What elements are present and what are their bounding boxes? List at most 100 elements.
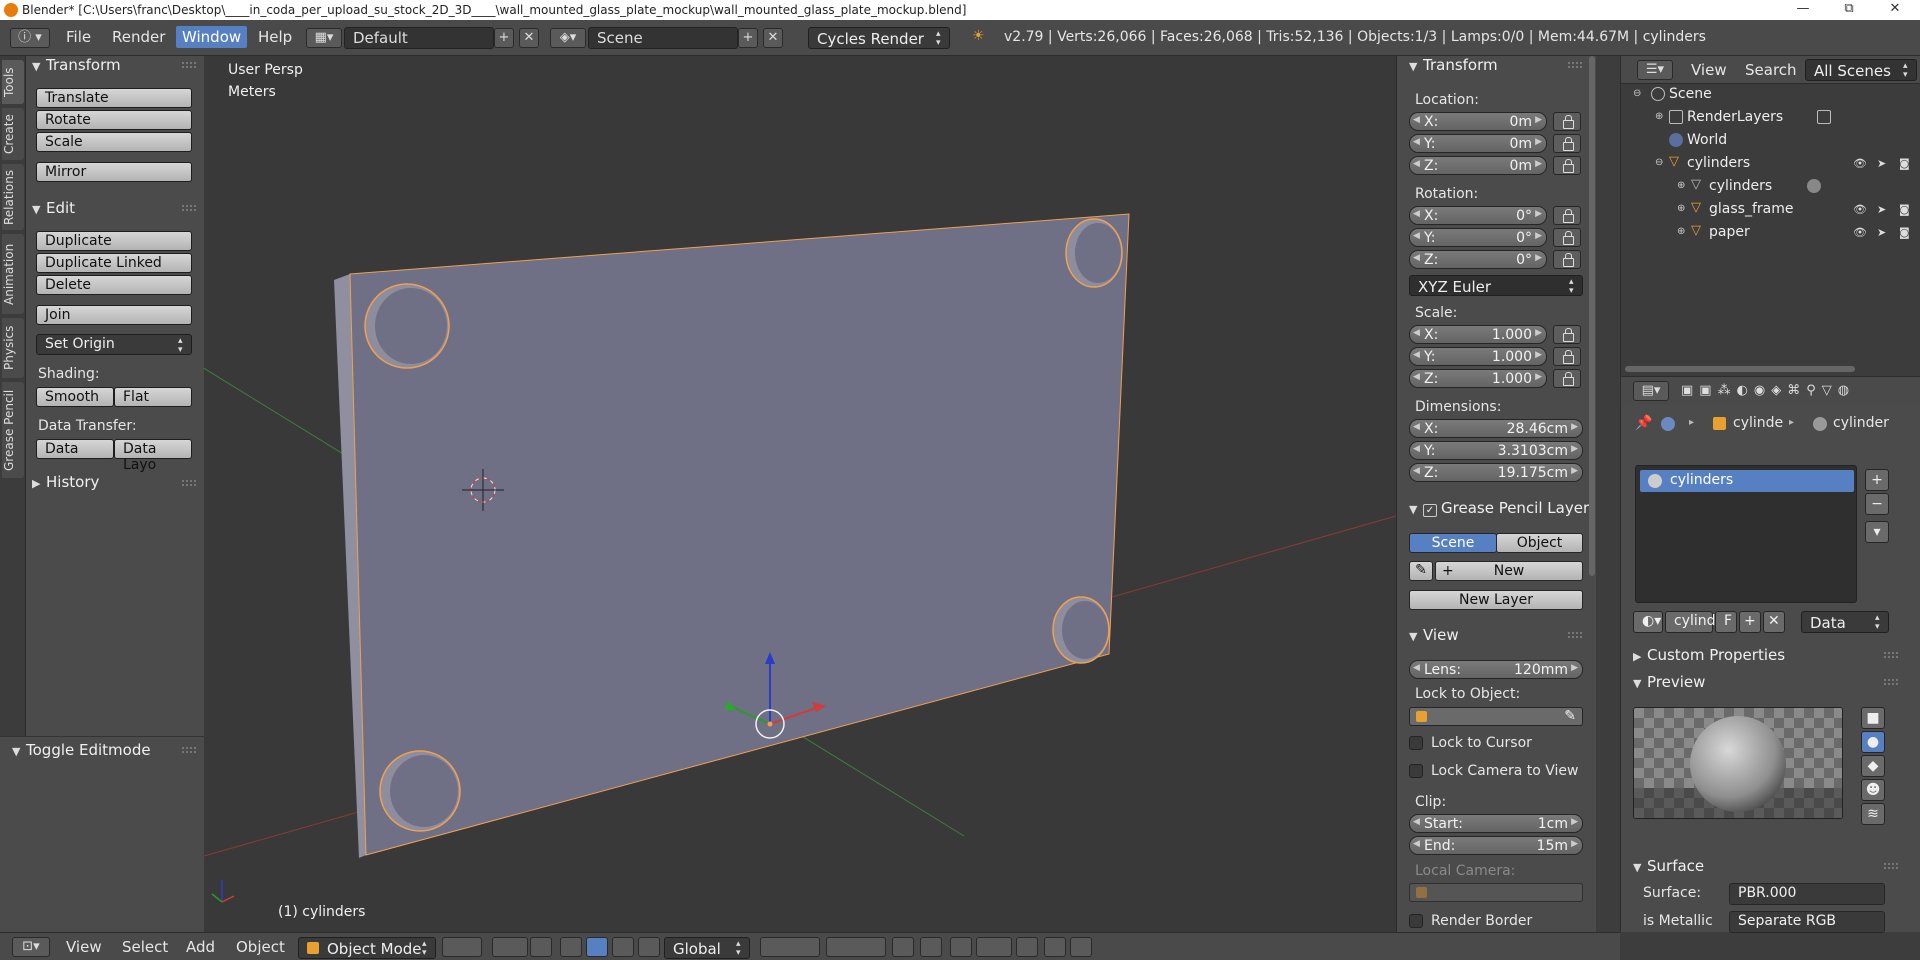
scene-field[interactable]: Scene (588, 27, 738, 49)
maximize-button[interactable]: ⧉ (1834, 1, 1864, 19)
outliner-menu-view[interactable]: View (1691, 61, 1727, 79)
lens-field[interactable]: ◀ Lens: 120mm ▶ (1409, 660, 1583, 679)
selectable-cursor-icon[interactable]: ➤ (1877, 203, 1886, 216)
new-material-icon[interactable]: + (1739, 611, 1761, 633)
snap-icon[interactable] (950, 937, 972, 957)
menu-view[interactable]: View (66, 938, 102, 956)
grease-scene-button[interactable]: Scene (1409, 533, 1497, 553)
layer-buttons-a[interactable] (760, 937, 820, 957)
menu-select[interactable]: Select (122, 938, 168, 956)
preview-monkey-icon[interactable]: ☻ (1861, 779, 1885, 801)
menu-help[interactable]: Help (258, 28, 292, 46)
grease-object-button[interactable]: Object (1496, 533, 1583, 553)
tab-tools[interactable]: Tools (2, 60, 24, 104)
close-button[interactable]: ✕ (1880, 1, 1910, 19)
lock-icon[interactable] (1553, 112, 1581, 131)
renderable-camera-icon[interactable]: ◙ (1899, 157, 1910, 170)
panel-grip-icon[interactable] (1568, 62, 1582, 68)
outliner-row[interactable]: ⊕ ▽ paper 👁 ➤ ◙ (1621, 222, 1920, 245)
add-slot-button[interactable]: + (1865, 469, 1889, 491)
surface-shader-field[interactable]: PBR.000 (1729, 883, 1885, 905)
preview-hair-icon[interactable]: ≋ (1861, 803, 1885, 825)
outliner-menu-search[interactable]: Search (1745, 61, 1797, 79)
3d-viewport[interactable]: User Persp Meters (1) cylinders (204, 56, 1396, 932)
manipulator-toggle-icon[interactable] (530, 937, 552, 957)
panel-grip-icon[interactable] (182, 62, 196, 68)
toggle-editmode-header[interactable]: ▼ Toggle Editmode (12, 741, 151, 759)
edit-panel-header[interactable]: ▼ Edit (32, 199, 75, 217)
add-layout-icon[interactable]: + (494, 28, 514, 48)
rotation-mode-dropdown[interactable]: XYZ Euler (1409, 275, 1583, 296)
outliner-row[interactable]: World (1621, 130, 1920, 153)
dimension-y-field[interactable]: ◀ Y: 3.3103cm ▶ (1409, 441, 1583, 460)
rotation-x-field[interactable]: ◀ X: 0° ▶ (1409, 206, 1547, 225)
lock-icon[interactable] (1553, 369, 1581, 388)
layer-buttons-b[interactable] (826, 937, 886, 957)
panel-grip-icon[interactable] (1884, 679, 1898, 685)
preview-header[interactable]: ▼ Preview (1633, 673, 1705, 691)
translate-manipulator-icon[interactable] (560, 937, 582, 957)
grease-new-button[interactable]: + New (1435, 561, 1583, 581)
scale-x-field[interactable]: ◀ X: 1.000 ▶ (1409, 325, 1547, 344)
transform-panel-header[interactable]: ▼ Transform (32, 56, 121, 74)
delete-scene-icon[interactable]: ✕ (763, 28, 783, 48)
is-metallic-field[interactable]: Separate RGB (1729, 911, 1885, 933)
clip-end-field[interactable]: ◀ End: 15m ▶ (1409, 836, 1583, 855)
panel-grip-icon[interactable] (1568, 632, 1582, 638)
set-origin-dropdown[interactable]: Set Origin (36, 334, 192, 355)
lock-icon[interactable] (1553, 134, 1581, 153)
menu-file[interactable]: File (66, 28, 91, 46)
render-view-icon[interactable] (1044, 937, 1066, 957)
scale-y-field[interactable]: ◀ Y: 1.000 ▶ (1409, 347, 1547, 366)
surface-header[interactable]: ▼ Surface (1633, 857, 1704, 875)
dimension-x-field[interactable]: ◀ X: 28.46cm ▶ (1409, 419, 1583, 438)
checkbox-checked-icon[interactable]: ✓ (1423, 504, 1437, 517)
view-panel-header[interactable]: ▼ View (1409, 626, 1459, 644)
screen-layout-icon[interactable]: ▦▾ (306, 28, 342, 48)
outliner-scrollbar[interactable] (1625, 366, 1855, 372)
tab-grease-pencil[interactable]: Grease Pencil (2, 382, 24, 478)
lock-to-cursor-checkbox[interactable] (1409, 736, 1423, 750)
scale-button[interactable]: Scale (36, 132, 192, 152)
duplicate-button[interactable]: Duplicate (36, 231, 192, 251)
outliner-editor-icon[interactable]: ☰▾ (1637, 60, 1673, 80)
renderable-camera-icon[interactable]: ◙ (1899, 226, 1910, 239)
menu-object[interactable]: Object (236, 938, 285, 956)
transform-orientation-dropdown[interactable]: Global (664, 937, 750, 959)
mirror-button[interactable]: Mirror (36, 162, 192, 182)
rotation-y-field[interactable]: ◀ Y: 0° ▶ (1409, 228, 1547, 247)
scale-z-field[interactable]: ◀ Z: 1.000 ▶ (1409, 369, 1547, 388)
sidebar-scrollbar[interactable] (1589, 56, 1595, 576)
render-engine-dropdown[interactable]: Cycles Render (808, 27, 950, 49)
screen-layout-field[interactable]: Default (344, 27, 494, 49)
lock-icon[interactable] (1553, 156, 1581, 175)
panel-grip-icon[interactable] (1884, 652, 1898, 658)
snap-element-icon[interactable] (976, 937, 1012, 957)
material-name-field[interactable]: cylind (1665, 611, 1716, 633)
data-transfer-button[interactable]: Data (36, 439, 114, 459)
duplicate-linked-button[interactable]: Duplicate Linked (36, 253, 192, 273)
selectable-cursor-icon[interactable]: ➤ (1877, 226, 1886, 239)
render-animation-icon[interactable] (1070, 937, 1092, 957)
rotate-manipulator-icon[interactable] (586, 937, 608, 957)
minimize-button[interactable]: — (1788, 1, 1818, 19)
smooth-button[interactable]: Smooth (36, 387, 114, 407)
interaction-mode-dropdown[interactable]: Object Mode (298, 937, 436, 959)
location-z-field[interactable]: ◀ Z: 0m ▶ (1409, 156, 1547, 175)
grease-pencil-layers-header[interactable]: ▼ ✓ Grease Pencil Layer (1409, 499, 1596, 517)
render-border-checkbox[interactable] (1409, 914, 1423, 928)
tab-relations[interactable]: Relations (2, 164, 24, 230)
menu-render[interactable]: Render (112, 28, 165, 46)
lock-icon[interactable] (1553, 228, 1581, 247)
new-layer-button[interactable]: New Layer (1409, 590, 1583, 610)
data-layout-button[interactable]: Data Layo (114, 439, 192, 473)
panel-grip-icon[interactable] (182, 205, 196, 211)
slot-specials-button[interactable]: ▾ (1865, 521, 1889, 543)
dimension-z-field[interactable]: ◀ Z: 19.175cm ▶ (1409, 463, 1583, 482)
renderable-camera-icon[interactable]: ◙ (1899, 203, 1910, 216)
clip-start-field[interactable]: ◀ Start: 1cm ▶ (1409, 814, 1583, 833)
preview-cube-icon[interactable]: ◆ (1861, 755, 1885, 777)
link-mode-dropdown[interactable]: Data (1801, 611, 1889, 633)
outliner-row[interactable]: ⊖ ▽ cylinders 👁 ➤ ◙ (1621, 153, 1920, 176)
material-browse-icon[interactable]: ◐▾ (1633, 611, 1663, 633)
